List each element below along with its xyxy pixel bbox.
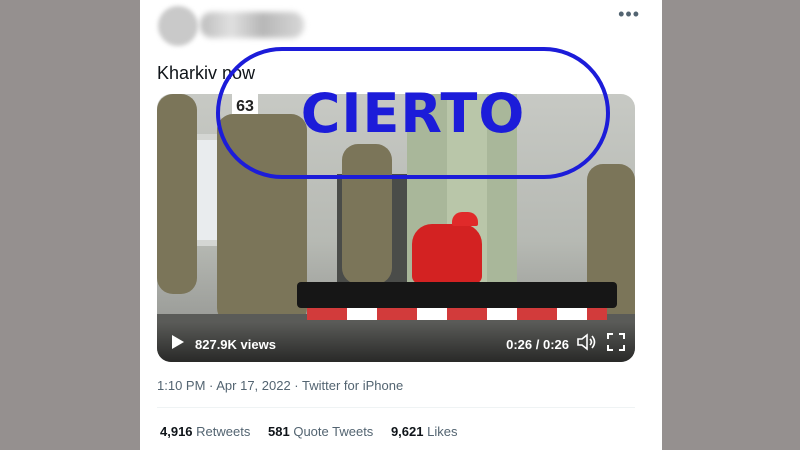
video-views: 827.9K views [195, 337, 276, 352]
retweets-label: Retweets [196, 424, 251, 439]
video-controls: 827.9K views 0:26 / 0:26 [157, 322, 635, 362]
author-name-blurred[interactable] [200, 12, 304, 38]
soldier-figure [157, 94, 197, 294]
stretcher [297, 282, 617, 308]
quotes-stat[interactable]: 581 Quote Tweets [268, 424, 377, 439]
verdict-label: CIERTO [300, 81, 526, 145]
fullscreen-icon[interactable] [607, 333, 625, 354]
medic-figure [412, 224, 482, 284]
quotes-label: Quote Tweets [293, 424, 374, 439]
tweet-stats: 4,916 Retweets 581 Quote Tweets 9,621 Li… [160, 424, 471, 439]
likes-count: 9,621 [390, 424, 424, 439]
verdict-stamp: CIERTO [216, 47, 610, 179]
retweets-stat[interactable]: 4,916 Retweets [160, 424, 254, 439]
retweets-count: 4,916 [160, 424, 193, 439]
quotes-count: 581 [268, 424, 290, 439]
likes-stat[interactable]: 9,621 Likes [391, 424, 458, 439]
video-time: 0:26 / 0:26 [506, 337, 569, 352]
likes-label: Likes [427, 424, 458, 439]
stretcher-stripe [307, 308, 607, 320]
tweet-meta: 1:10 PM · Apr 17, 2022 · Twitter for iPh… [157, 378, 404, 393]
medic-cap [452, 212, 478, 226]
divider [157, 407, 635, 408]
more-horizontal-icon[interactable]: ••• [618, 4, 640, 25]
play-icon[interactable] [171, 334, 185, 353]
avatar[interactable] [158, 6, 198, 46]
volume-icon[interactable] [577, 333, 597, 354]
